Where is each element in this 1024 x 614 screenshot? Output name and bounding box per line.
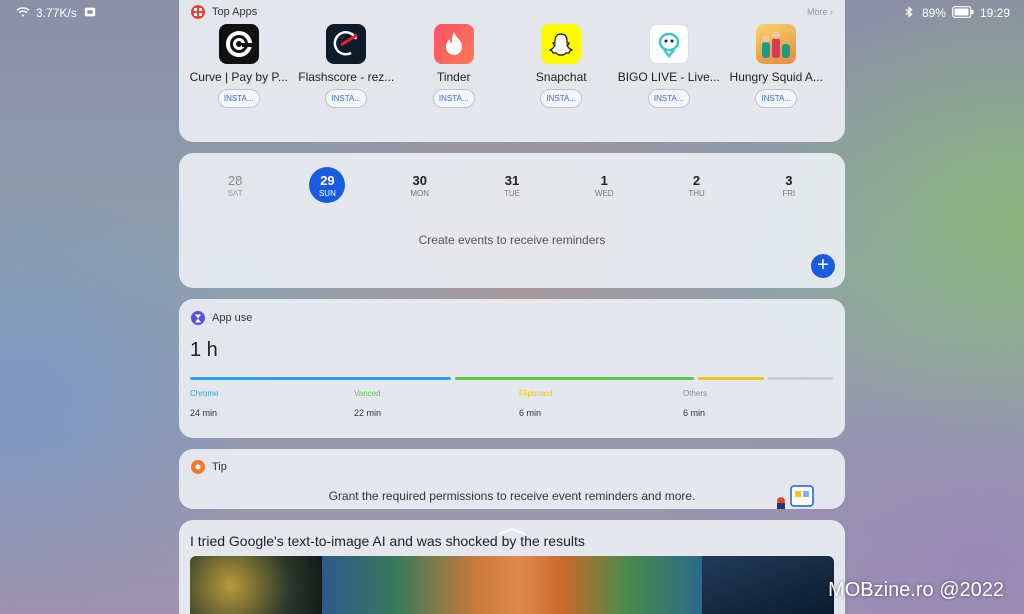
- day-number: 2: [692, 172, 701, 188]
- usage-bar: [190, 377, 833, 380]
- hungry-squid-icon: [756, 24, 797, 64]
- calendar-day-today[interactable]: 29 SUN: [281, 167, 373, 203]
- usage-app-name: Vanced: [354, 389, 381, 398]
- network-speed: 3.77K/s: [36, 6, 77, 20]
- app-name: BIGO LIVE - Live...: [617, 70, 720, 84]
- usage-app-time: 22 min: [354, 408, 382, 418]
- snapchat-ghost-icon: [541, 24, 582, 64]
- usage-app-time: 24 min: [190, 408, 218, 418]
- usage-item: Others 6 min: [683, 389, 707, 418]
- usage-app-name: Flipboard: [519, 389, 553, 398]
- usage-item: Vanced 22 min: [354, 389, 381, 418]
- tinder-flame-icon: [433, 24, 474, 64]
- clock: 19:29: [979, 6, 1010, 20]
- calendar-day[interactable]: 2 THU: [650, 167, 742, 203]
- tip-card[interactable]: Tip Grant the required permissions to re…: [179, 449, 845, 509]
- day-number: 31: [504, 172, 520, 188]
- app-name: Hungry Squid A...: [729, 70, 823, 84]
- usage-app-name: Chrome: [190, 389, 219, 398]
- day-number: 1: [600, 172, 608, 188]
- top-apps-card: Top Apps More › Curve | Pay by P... INST…: [179, 0, 845, 142]
- tip-text: Grant the required permissions to receiv…: [328, 489, 696, 503]
- bluetooth-icon: [902, 5, 916, 22]
- app-name: Curve | Pay by P...: [189, 70, 288, 84]
- battery-icon: [952, 5, 974, 21]
- article-image: [190, 556, 834, 614]
- weekday: THU: [688, 188, 705, 198]
- app-use-card[interactable]: App use 1 h Chrome 24 min Vanced 22 min …: [179, 299, 845, 438]
- flashscore-app-icon: [326, 24, 367, 64]
- app-item-snapchat[interactable]: Snapchat INSTA...: [508, 24, 616, 108]
- usage-bar-segment: [455, 377, 695, 380]
- install-button[interactable]: INSTA...: [755, 89, 798, 108]
- chevron-right-icon: ›: [830, 7, 833, 17]
- curve-app-icon: [218, 24, 259, 64]
- weekday: SUN: [318, 188, 336, 198]
- today-marker: 29 SUN: [309, 167, 346, 203]
- day-number: 29: [320, 172, 335, 188]
- install-button[interactable]: INSTA...: [647, 89, 690, 108]
- app-use-title: App use: [212, 312, 253, 324]
- calendar-day[interactable]: 1 WED: [558, 167, 650, 203]
- app-item-hungry-squid[interactable]: Hungry Squid A... INSTA...: [723, 24, 831, 108]
- top-apps-title: Top Apps: [212, 6, 258, 18]
- wifi-icon: [16, 5, 30, 22]
- app-name: Tinder: [436, 70, 471, 84]
- weekday: FRI: [782, 188, 796, 198]
- battery-percent: 89%: [921, 6, 946, 20]
- calendar-day[interactable]: 3 FRI: [743, 167, 835, 203]
- usage-app-time: 6 min: [683, 408, 706, 418]
- add-event-button[interactable]: +: [811, 254, 835, 278]
- install-button[interactable]: INSTA...: [217, 89, 260, 108]
- total-usage: 1 h: [190, 339, 218, 361]
- install-button[interactable]: INSTA...: [540, 89, 583, 108]
- usage-app-time: 6 min: [519, 408, 542, 418]
- weekday: SAT: [227, 188, 243, 198]
- app-item-curve[interactable]: Curve | Pay by P... INSTA...: [185, 24, 293, 108]
- usage-bar-segment: [767, 377, 833, 380]
- tip-illustration-icon: [775, 483, 819, 509]
- day-number: 30: [412, 172, 427, 188]
- usage-bar-segment: [698, 377, 764, 380]
- weekday: MON: [410, 188, 430, 198]
- weekday: TUE: [503, 188, 520, 198]
- calendar-card: 28 SAT 29 SUN 30 MON 31 TUE 1 WED 2 THU …: [179, 153, 845, 288]
- weekday: WED: [594, 188, 614, 198]
- tip-title: Tip: [212, 461, 227, 473]
- chevron-up-icon[interactable]: [497, 522, 527, 535]
- bigo-live-icon: [648, 24, 689, 64]
- app-name: Snapchat: [535, 70, 587, 84]
- hourglass-icon: [191, 311, 205, 325]
- usage-item: Flipboard 6 min: [519, 389, 552, 418]
- tip-icon: [191, 460, 205, 474]
- more-link[interactable]: More ›: [807, 7, 833, 17]
- app-name: Flashscore - rez...: [298, 70, 395, 84]
- calendar-day[interactable]: 30 MON: [374, 167, 466, 203]
- more-label: More: [806, 7, 828, 17]
- install-button[interactable]: INSTA...: [325, 89, 368, 108]
- usage-app-name: Others: [683, 389, 708, 398]
- top-apps-icon: [191, 5, 205, 19]
- usage-item: Chrome 24 min: [190, 389, 218, 418]
- app-item-flashscore[interactable]: Flashscore - rez... INSTA...: [293, 24, 401, 108]
- day-number: 28: [227, 172, 243, 188]
- app-item-tinder[interactable]: Tinder INSTA...: [400, 24, 508, 108]
- app-item-bigo-live[interactable]: BIGO LIVE - Live... INSTA...: [615, 24, 723, 108]
- day-number: 3: [785, 172, 793, 188]
- watermark: MOBzine.ro @2022: [828, 579, 1004, 601]
- calendar-day[interactable]: 28 SAT: [189, 167, 281, 203]
- usage-bar-segment: [190, 377, 452, 380]
- install-button[interactable]: INSTA...: [432, 89, 475, 108]
- notification-icon: [83, 5, 97, 22]
- calendar-day[interactable]: 31 TUE: [466, 167, 558, 203]
- calendar-empty-message: Create events to receive reminders: [418, 233, 606, 247]
